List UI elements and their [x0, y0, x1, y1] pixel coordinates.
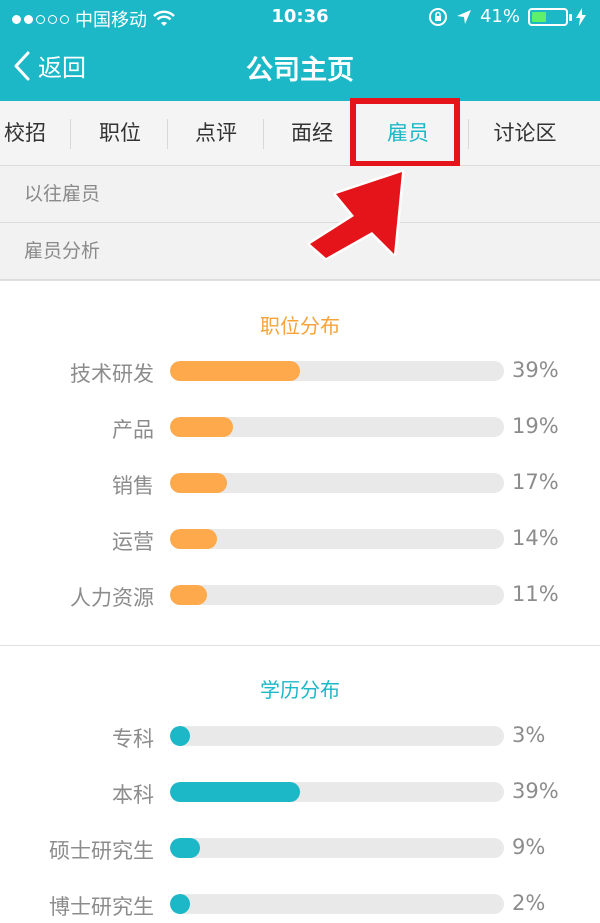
tab-bar: 校招 职位 点评 面经 雇员 讨论区 [0, 101, 600, 166]
bar-value-label: 19% [512, 414, 559, 438]
bar [170, 894, 190, 914]
bar-label: 运营 [112, 530, 154, 554]
bar-value-label: 9% [512, 835, 546, 859]
battery-percent: 41% [479, 6, 520, 27]
bar-row: 销售 17% [0, 464, 600, 504]
tab-reviews[interactable]: 点评 [168, 101, 264, 166]
page-title: 公司主页 [246, 55, 354, 86]
chevron-left-icon [14, 51, 30, 80]
top-bar: 中国移动 10:36 41% 返回 公司主页 [0, 0, 600, 101]
bar-track [170, 473, 504, 493]
bar [170, 726, 190, 746]
bar-track [170, 361, 504, 381]
submenu-item-employee-analysis[interactable]: 雇员分析 [0, 223, 600, 280]
section-divider [0, 645, 600, 646]
tab-discussion[interactable]: 讨论区 [470, 101, 580, 166]
bar-label: 销售 [112, 474, 154, 498]
tab-campus[interactable]: 校招 [0, 101, 50, 166]
bar-value-label: 11% [512, 582, 559, 606]
bar-label: 博士研究生 [49, 895, 154, 919]
bar-track [170, 417, 504, 437]
bar-track [170, 838, 504, 858]
bar-value-label: 3% [512, 723, 546, 747]
bar-value-label: 39% [512, 779, 559, 803]
bar [170, 838, 201, 858]
bar-row: 运营 14% [0, 520, 600, 560]
tab-jobs[interactable]: 职位 [72, 101, 168, 166]
bar-row: 硕士研究生 9% [0, 829, 600, 869]
bar-label: 人力资源 [70, 586, 154, 610]
bar-label: 硕士研究生 [49, 839, 154, 863]
bar-label: 本科 [112, 783, 154, 807]
bar-track [170, 529, 504, 549]
section-divider [0, 280, 600, 281]
bar-row: 人力资源 11% [0, 576, 600, 616]
back-label: 返回 [38, 54, 86, 82]
tab-employees[interactable]: 雇员 [360, 101, 456, 166]
bar-row: 本科 39% [0, 773, 600, 813]
bar [170, 585, 207, 605]
bar [170, 473, 227, 493]
bar-row: 专科 3% [0, 717, 600, 757]
tab-divider [70, 119, 71, 149]
bar-value-label: 2% [512, 891, 546, 915]
bar [170, 782, 301, 802]
bar-track [170, 585, 504, 605]
bar-value-label: 14% [512, 526, 559, 550]
bar [170, 417, 234, 437]
bar [170, 529, 217, 549]
status-bar: 中国移动 10:36 41% [0, 0, 600, 34]
chart-title: 职位分布 [260, 314, 340, 338]
location-icon [456, 9, 471, 24]
tab-interviews[interactable]: 面经 [264, 101, 360, 166]
bar-value-label: 17% [512, 470, 559, 494]
bar-track [170, 894, 504, 914]
submenu-item-past-employees[interactable]: 以往雇员 [0, 166, 600, 223]
battery-icon [528, 7, 572, 26]
bar-row: 技术研发 39% [0, 352, 600, 392]
bar-label: 产品 [112, 418, 154, 442]
back-button[interactable]: 返回 [12, 48, 86, 83]
bar [170, 361, 301, 381]
employee-submenu: 以往雇员 雇员分析 [0, 166, 600, 280]
rotation-lock-icon [428, 7, 447, 26]
bar-label: 专科 [112, 727, 154, 751]
charging-icon [576, 7, 586, 26]
bar-value-label: 39% [512, 358, 559, 382]
bar-label: 技术研发 [70, 362, 154, 386]
chart-title: 学历分布 [260, 678, 340, 702]
bar-row: 博士研究生 2% [0, 885, 600, 923]
tab-divider [468, 119, 469, 149]
bar-track [170, 782, 504, 802]
bar-track [170, 726, 504, 746]
bar-row: 产品 19% [0, 408, 600, 448]
nav-bar: 返回 公司主页 [0, 34, 600, 101]
status-right: 41% [428, 6, 586, 27]
